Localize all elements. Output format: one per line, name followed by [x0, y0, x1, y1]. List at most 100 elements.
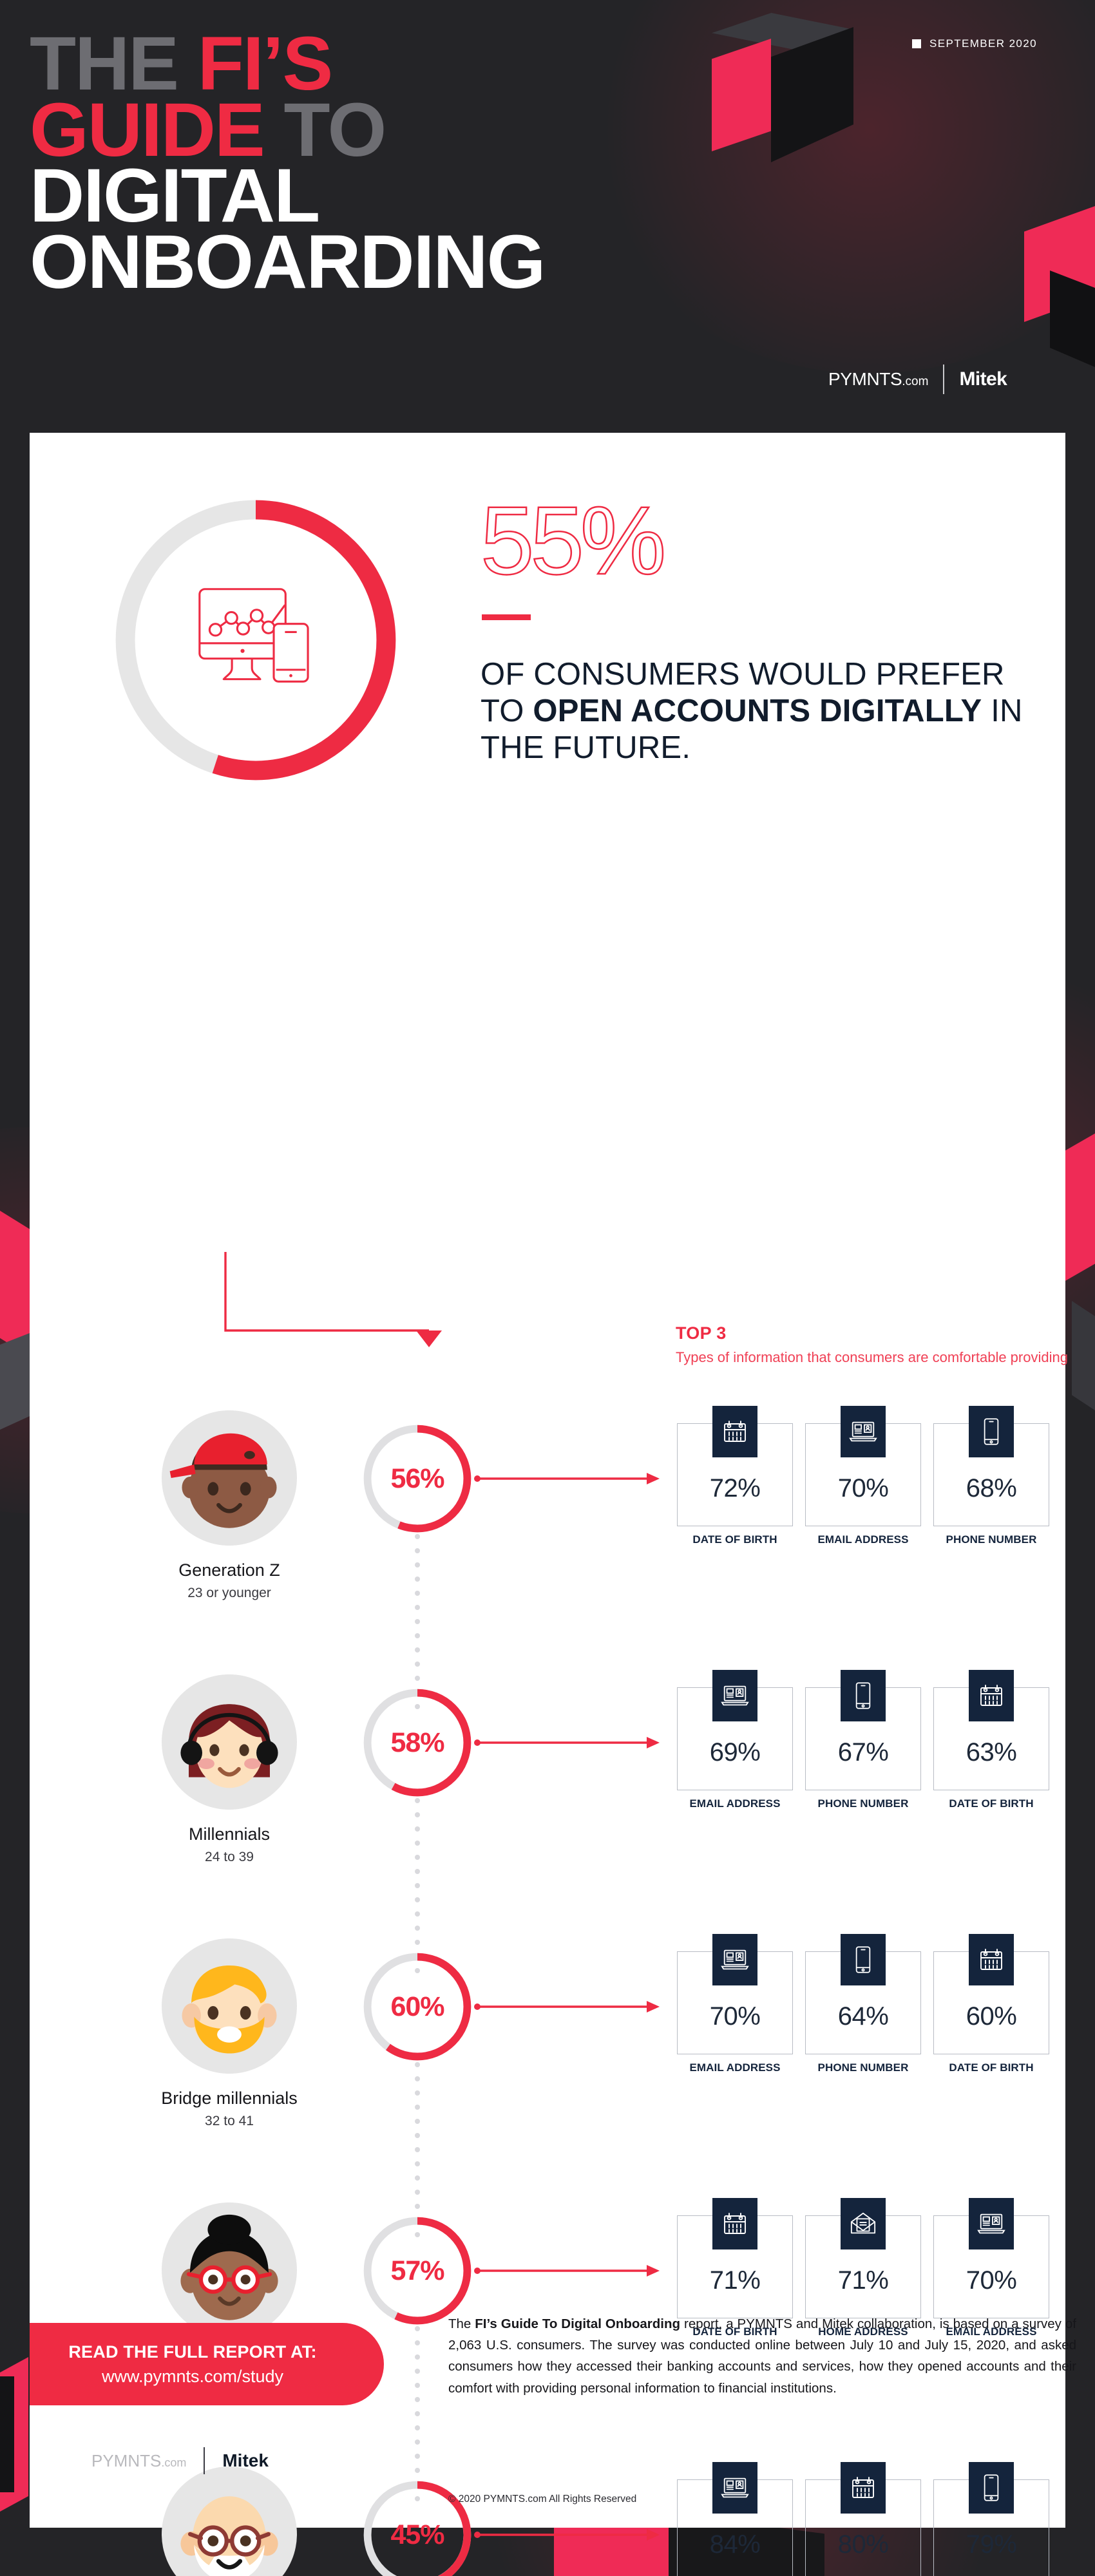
row-arrow-icon — [474, 1471, 661, 1486]
info-type-label: PHONE NUMBER — [817, 1797, 909, 1810]
top3-cards: 69% EMAIL ADDRESS 67% PHONE NUMBER 63% D… — [677, 1670, 1051, 1810]
timeline-dot — [415, 1577, 420, 1582]
generation-donut: 57% — [362, 2215, 473, 2326]
laptop-id-icon — [841, 1406, 886, 1457]
smartphone-icon — [841, 1670, 886, 1721]
info-type-percent: 64% — [837, 2002, 889, 2031]
timeline-dot — [415, 1897, 420, 1902]
smartphone-icon — [841, 1934, 886, 1985]
read-full-report-cta[interactable]: READ THE FULL REPORT AT: www.pymnts.com/… — [30, 2323, 384, 2405]
footer-brand-bar: PYMNTS.com Mitek — [91, 2447, 269, 2474]
info-type-percent: 69% — [709, 1738, 761, 1766]
header-brand-bar: PYMNTS.com Mitek — [828, 364, 1007, 395]
laptop-id-icon — [712, 1934, 757, 1985]
sliver-right-mid — [1064, 1133, 1095, 1282]
timeline-dot — [415, 2105, 420, 2110]
laptop-id-icon — [712, 1670, 757, 1721]
timeline-dot — [415, 1883, 420, 1888]
footer-pymnts-wordmark: PYMNTS — [91, 2450, 162, 2470]
info-type-card: 63% DATE OF BIRTH — [933, 1670, 1049, 1810]
top3-cards: 70% EMAIL ADDRESS 64% PHONE NUMBER 60% D… — [677, 1934, 1051, 2074]
mitek-logo: Mitek — [959, 368, 1007, 390]
footer-mitek-logo: Mitek — [222, 2450, 269, 2470]
footer: READ THE FULL REPORT AT: www.pymnts.com/… — [30, 2313, 1076, 2528]
timeline-dot — [415, 1798, 420, 1803]
infographic-page: SEPTEMBER 2020 THE FI’S GUIDE TO DIGITAL… — [0, 0, 1095, 2576]
info-type-box: 68% — [933, 1406, 1049, 1526]
hero-percent: 55% — [480, 486, 667, 594]
generation-row: Bridge millennials 32 to 41 60% 70% EMAI… — [30, 1927, 1065, 2237]
info-type-box: 71% — [805, 2198, 921, 2318]
brand-divider — [943, 365, 945, 394]
timeline-dot — [415, 2161, 420, 2166]
publication-date: SEPTEMBER 2020 — [912, 37, 1037, 50]
info-type-percent: 80% — [837, 2530, 889, 2559]
generation-percent: 58% — [390, 1727, 444, 1758]
timeline-dot — [415, 2090, 420, 2096]
info-type-percent: 84% — [709, 2530, 761, 2559]
info-type-percent: 71% — [837, 2266, 889, 2295]
generation-row: Generation Z 23 or younger 56% 72% DATE … — [30, 1399, 1065, 1709]
hero-section: 55% OF CONSUMERS WOULD PREFER TO OPEN AC… — [30, 433, 1065, 781]
sliver-right-mid-gray — [1072, 1301, 1095, 1410]
top3-cards: 72% DATE OF BIRTH 70% EMAIL ADDRESS 68% — [677, 1406, 1051, 1546]
timeline-dot — [415, 1869, 420, 1874]
sliver-left-bottom-dark — [0, 2376, 14, 2492]
square-bullet-icon — [912, 39, 921, 48]
generation-row: Millennials 24 to 39 58% 69% EMAIL ADDRE… — [30, 1663, 1065, 1973]
info-type-box: 69% — [677, 1670, 793, 1790]
header: SEPTEMBER 2020 THE FI’S GUIDE TO DIGITAL… — [0, 0, 1095, 433]
info-type-label: EMAIL ADDRESS — [689, 1797, 781, 1810]
hero-statement-emphasis: OPEN ACCOUNTS DIGITALLY — [533, 693, 982, 728]
avatar-gen-z — [162, 1410, 297, 1546]
info-type-percent: 70% — [709, 2002, 761, 2031]
laptop-id-icon — [969, 2198, 1014, 2249]
info-type-box: 70% — [933, 2198, 1049, 2318]
pymnts-logo: PYMNTS.com — [828, 369, 928, 390]
top3-title: TOP 3 — [676, 1323, 727, 1343]
timeline-dotted-connector — [415, 1798, 420, 1973]
generation-percent: 56% — [390, 1463, 444, 1494]
methodology-paragraph: The FI’s Guide To Digital Onboarding rep… — [448, 2313, 1076, 2399]
info-type-box: 67% — [805, 1670, 921, 1790]
calendar-icon — [712, 1406, 757, 1457]
info-type-card: 67% PHONE NUMBER — [805, 1670, 921, 1810]
info-type-box: 71% — [677, 2198, 793, 2318]
hero-statement: OF CONSUMERS WOULD PREFER TO OPEN ACCOUN… — [481, 656, 1034, 766]
title-onboarding: ONBOARDING — [30, 219, 546, 305]
hero-text: 55% OF CONSUMERS WOULD PREFER TO OPEN AC… — [480, 486, 1034, 766]
generation-name: Bridge millennials — [161, 2088, 298, 2108]
cta-url[interactable]: www.pymnts.com/study — [102, 2367, 283, 2387]
timeline-dot — [415, 1534, 420, 1539]
info-type-label: EMAIL ADDRESS — [689, 2061, 781, 2074]
timeline-dot — [415, 1911, 420, 1917]
footer-pymnts-domain-suffix: .com — [161, 2456, 187, 2469]
methodology-report-name: FI’s Guide To Digital Onboarding — [475, 2316, 681, 2331]
timeline-dot — [415, 2147, 420, 2152]
avatar-bridge-millennials — [162, 1938, 297, 2074]
timeline-dot — [415, 1647, 420, 1653]
methodology-pre: The — [448, 2316, 475, 2331]
page-title: THE FI’S GUIDE TO DIGITAL ONBOARDING — [30, 26, 546, 305]
timeline-dot — [415, 1812, 420, 1817]
info-type-percent: 70% — [966, 2266, 1017, 2295]
smartphone-icon — [969, 1406, 1014, 1457]
info-type-card: 60% DATE OF BIRTH — [933, 1934, 1049, 2074]
publication-date-label: SEPTEMBER 2020 — [929, 37, 1037, 50]
generation-identity: Generation Z 23 or younger — [123, 1410, 336, 1601]
footer-pymnts-logo: PYMNTS.com — [91, 2451, 186, 2471]
timeline-dot — [415, 1562, 420, 1567]
info-type-card: 72% DATE OF BIRTH — [677, 1406, 793, 1546]
info-type-percent: 72% — [709, 1474, 761, 1502]
timeline-dot — [415, 1548, 420, 1553]
timeline-dot — [415, 1826, 420, 1832]
timeline-dot — [415, 1841, 420, 1846]
info-type-label: PHONE NUMBER — [946, 1533, 1037, 1546]
info-type-label: DATE OF BIRTH — [949, 1797, 1034, 1810]
row-arrow-icon — [474, 2263, 661, 2278]
generation-name: Generation Z — [178, 1560, 280, 1580]
copyright-notice: © 2020 PYMNTS.com All Rights Reserved — [448, 2494, 637, 2505]
calendar-icon — [969, 1934, 1014, 1985]
top3-heading: TOP 3 Types of information that consumer… — [676, 1323, 1075, 1367]
timeline-dot — [415, 2133, 420, 2138]
